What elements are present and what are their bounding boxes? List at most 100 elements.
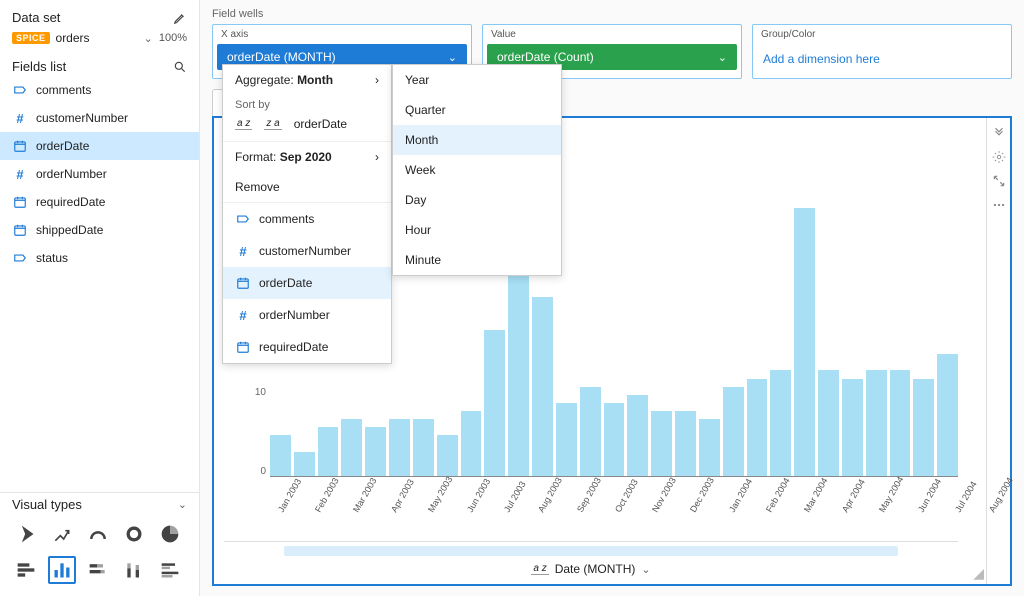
bar[interactable] — [365, 427, 386, 476]
x-tick: Oct 2003 — [613, 477, 640, 514]
vis-donut[interactable] — [120, 520, 148, 548]
bar[interactable] — [627, 395, 648, 476]
well-group[interactable]: Group/Color Add a dimension here — [752, 24, 1012, 79]
agg-option-week[interactable]: Week — [393, 155, 561, 185]
bar[interactable] — [699, 419, 720, 476]
dd-format[interactable]: Format: Sep 2020 › — [223, 142, 391, 172]
bar[interactable] — [937, 354, 958, 476]
vis-gauge[interactable] — [84, 520, 112, 548]
x-tick: Aug 2003 — [536, 476, 564, 514]
dataset-select[interactable]: SPICE orders ⌄ 100% — [0, 27, 199, 49]
x-scroll-thumb[interactable] — [284, 546, 898, 556]
sort-asc-icon[interactable]: a z — [235, 118, 252, 130]
x-tick: Mar 2003 — [351, 476, 379, 514]
vis-stacked-vbar[interactable] — [120, 556, 148, 584]
vis-hbar[interactable] — [12, 556, 40, 584]
bar[interactable] — [484, 330, 505, 476]
bar[interactable] — [675, 411, 696, 476]
well-value-label: Value — [483, 25, 741, 44]
vis-pie[interactable] — [156, 520, 184, 548]
x-axis-control[interactable]: a z Date (MONTH) ⌄ — [224, 558, 958, 576]
field-item-orderNumber[interactable]: #orderNumber — [0, 160, 199, 188]
agg-option-hour[interactable]: Hour — [393, 215, 561, 245]
dd-aggregate[interactable]: Aggregate: Month › — [223, 65, 391, 95]
dd-field-requiredDate[interactable]: requiredDate — [223, 331, 391, 363]
field-item-customerNumber[interactable]: #customerNumber — [0, 104, 199, 132]
bar[interactable] — [294, 452, 315, 476]
sort-desc-icon[interactable]: z a — [264, 118, 281, 130]
x-tick: Jul 2004 — [953, 480, 979, 514]
field-item-status[interactable]: status — [0, 244, 199, 272]
bar[interactable] — [532, 297, 553, 476]
field-item-comments[interactable]: comments — [0, 76, 199, 104]
bar[interactable] — [913, 379, 934, 477]
vis-hbar-grouped[interactable] — [156, 556, 184, 584]
agg-option-minute[interactable]: Minute — [393, 245, 561, 275]
x-tick: Jan 2003 — [276, 477, 303, 514]
field-item-orderDate[interactable]: orderDate — [0, 132, 199, 160]
x-scroll-track[interactable] — [224, 541, 958, 558]
dd-field-comments[interactable]: comments — [223, 203, 391, 235]
vis-auto[interactable] — [12, 520, 40, 548]
bar[interactable] — [270, 435, 291, 476]
search-icon[interactable] — [173, 60, 187, 74]
agg-option-month[interactable]: Month — [393, 125, 561, 155]
resize-handle-icon[interactable]: ◢ — [973, 565, 984, 582]
vis-vbar[interactable] — [48, 556, 76, 584]
chevron-right-icon: › — [375, 73, 379, 87]
tag-icon — [12, 250, 28, 266]
x-tick: Jun 2003 — [465, 477, 492, 514]
dd-field-orderDate[interactable]: orderDate — [223, 267, 391, 299]
bar[interactable] — [866, 370, 887, 476]
dd-remove-label: Remove — [235, 180, 280, 194]
more-icon[interactable] — [992, 198, 1006, 212]
bar[interactable] — [318, 427, 339, 476]
dd-remove[interactable]: Remove — [223, 172, 391, 203]
x-ticks: Jan 2003Feb 2003Mar 2003Apr 2003May 2003… — [270, 501, 958, 511]
field-item-shippedDate[interactable]: shippedDate — [0, 216, 199, 244]
x-tick: Feb 2003 — [313, 476, 341, 514]
bar[interactable] — [842, 379, 863, 477]
bar[interactable] — [723, 387, 744, 476]
agg-option-quarter[interactable]: Quarter — [393, 95, 561, 125]
field-item-requiredDate[interactable]: requiredDate — [0, 188, 199, 216]
x-tick: May 2004 — [877, 475, 905, 514]
dd-field-customerNumber[interactable]: #customerNumber — [223, 235, 391, 267]
agg-option-day[interactable]: Day — [393, 185, 561, 215]
bar[interactable] — [747, 379, 768, 477]
bar[interactable] — [890, 370, 911, 476]
bar[interactable] — [770, 370, 791, 476]
bar[interactable] — [413, 419, 434, 476]
bar[interactable] — [794, 208, 815, 476]
calendar-icon — [235, 275, 251, 291]
bar[interactable] — [556, 403, 577, 476]
dd-aggregate-label: Aggregate: — [235, 73, 294, 87]
dd-sort-row[interactable]: a z z a orderDate — [223, 111, 391, 142]
x-tick: Mar 2004 — [802, 476, 830, 514]
edit-icon[interactable] — [173, 11, 187, 25]
chevron-down-icon[interactable]: ⌄ — [178, 498, 187, 511]
bar[interactable] — [461, 411, 482, 476]
vis-kpi[interactable] — [48, 520, 76, 548]
bar[interactable] — [818, 370, 839, 476]
bar[interactable] — [604, 403, 625, 476]
bar[interactable] — [580, 387, 601, 476]
xaxis-dropdown: Aggregate: Month › Sort by a z z a order… — [222, 64, 392, 364]
sort-asc-icon[interactable]: a z — [531, 563, 548, 575]
bar[interactable] — [341, 419, 362, 476]
y-tick: 0 — [260, 466, 266, 477]
well-group-label: Group/Color — [753, 25, 1011, 44]
dd-field-orderNumber[interactable]: #orderNumber — [223, 299, 391, 331]
bar[interactable] — [437, 435, 458, 476]
chevron-down-icon[interactable] — [992, 126, 1006, 140]
agg-option-year[interactable]: Year — [393, 65, 561, 95]
vis-stacked-hbar[interactable] — [84, 556, 112, 584]
bar[interactable] — [651, 411, 672, 476]
calendar-icon — [12, 194, 28, 210]
expand-icon[interactable] — [992, 174, 1006, 188]
bar[interactable] — [389, 419, 410, 476]
tag-icon — [12, 82, 28, 98]
gear-icon[interactable] — [992, 150, 1006, 164]
x-tick: Jan 2004 — [727, 477, 754, 514]
x-axis-label: Date (MONTH) — [555, 562, 636, 576]
